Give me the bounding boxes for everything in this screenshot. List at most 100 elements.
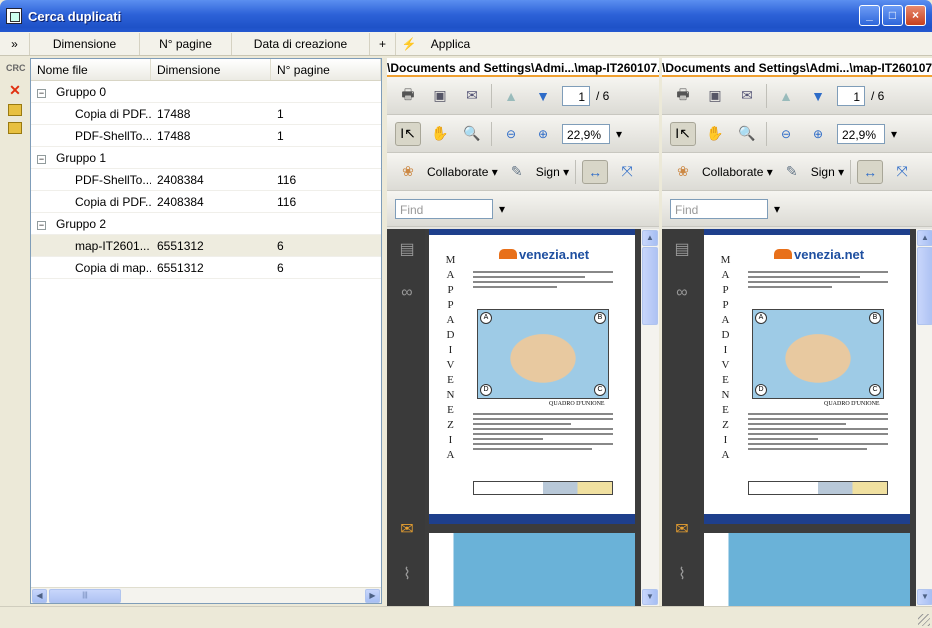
horizontal-scrollbar[interactable]: ◀ ||| ▶ [31, 587, 381, 603]
prev-page-icon[interactable]: ▲ [498, 84, 524, 108]
comments-icon[interactable]: ✉ [671, 519, 693, 541]
criteria-pagine[interactable]: N° pagine [140, 32, 232, 55]
group-row[interactable]: − Gruppo 1 [31, 147, 381, 169]
fit-width-icon[interactable]: ↔ [857, 159, 884, 184]
fit-page-icon[interactable]: ⤧ [889, 160, 915, 184]
venice-map: A B C D [752, 309, 884, 399]
group-row[interactable]: − Gruppo 2 [31, 213, 381, 235]
app-icon [6, 8, 22, 24]
file-row[interactable]: Copia di PDF... 2408384 116 [31, 191, 381, 213]
text-block [748, 271, 888, 291]
delete-icon[interactable]: ✕ [6, 82, 24, 98]
header-dimensione[interactable]: Dimensione [151, 59, 271, 80]
scroll-down-icon[interactable]: ▼ [642, 589, 658, 605]
collaborate-button[interactable]: Collaborate ▾ [427, 165, 498, 179]
scroll-down-icon[interactable]: ▼ [917, 589, 932, 605]
group-row[interactable]: − Gruppo 0 [31, 81, 381, 103]
collapse-icon[interactable]: − [37, 154, 46, 164]
print-icon[interactable]: 🖶 [670, 84, 696, 108]
scroll-left-icon[interactable]: ◀ [32, 589, 47, 603]
pages-icon[interactable]: ▤ [671, 239, 693, 261]
collapse-icon[interactable]: − [37, 220, 46, 230]
zoom-dropdown-icon[interactable]: ▾ [616, 127, 622, 141]
zoom-input[interactable]: 22,9% [837, 123, 885, 144]
select-tool-icon[interactable]: I↖ [395, 121, 421, 146]
criteria-dimensione[interactable]: Dimensione [30, 32, 140, 55]
binoculars-icon[interactable]: ∞ [671, 284, 693, 306]
hand-tool-icon[interactable]: ✋ [702, 122, 728, 146]
attachment-icon[interactable]: ⌇ [396, 564, 418, 586]
page-number-input[interactable]: 1 [837, 85, 865, 106]
zoom-out-icon[interactable]: ⊖ [773, 122, 799, 146]
collaborate-icon[interactable]: ❀ [670, 160, 696, 184]
zoom-in-icon[interactable]: ⊕ [530, 122, 556, 146]
scroll-thumb[interactable]: ||| [49, 589, 121, 603]
page-number-input[interactable]: 1 [562, 85, 590, 106]
vertical-scrollbar[interactable]: ▲ ▼ [641, 229, 659, 606]
zoom-out-icon[interactable]: ⊖ [498, 122, 524, 146]
scroll-up-icon[interactable]: ▲ [917, 230, 932, 246]
binoculars-icon[interactable]: ∞ [396, 284, 418, 306]
document-view: ▤ ∞ ✉ ⌇ M A P P A D I V E N E Z I A vene… [662, 229, 932, 606]
apply-button[interactable]: ⚡ Applica [396, 33, 476, 55]
add-folder-icon[interactable] [8, 122, 22, 134]
scroll-up-icon[interactable]: ▲ [642, 230, 658, 246]
resize-grip-icon[interactable] [918, 614, 930, 626]
find-input[interactable]: Find [395, 198, 493, 219]
header-pagine[interactable]: N° pagine [271, 59, 381, 80]
scroll-thumb[interactable] [917, 247, 932, 325]
select-tool-icon[interactable]: I↖ [670, 121, 696, 146]
add-criteria-button[interactable]: + [370, 32, 396, 55]
file-row[interactable]: PDF-ShellTo... 2408384 116 [31, 169, 381, 191]
prev-page-icon[interactable]: ▲ [773, 84, 799, 108]
maximize-button[interactable]: □ [882, 5, 903, 26]
find-input[interactable]: Find [670, 198, 768, 219]
find-dropdown-icon[interactable]: ▾ [499, 202, 505, 216]
save-icon[interactable]: ▣ [702, 84, 728, 108]
collaborate-icon[interactable]: ❀ [395, 160, 421, 184]
open-folder-icon[interactable] [8, 104, 22, 116]
close-button[interactable]: × [905, 5, 926, 26]
email-icon[interactable]: ✉ [734, 84, 760, 108]
hand-tool-icon[interactable]: ✋ [427, 122, 453, 146]
zoom-in-icon[interactable]: ⊕ [805, 122, 831, 146]
comments-icon[interactable]: ✉ [396, 519, 418, 541]
collaborate-button[interactable]: Collaborate ▾ [702, 165, 773, 179]
zoom-tool-icon[interactable]: 🔍 [734, 122, 760, 146]
expand-button[interactable]: » [0, 32, 30, 55]
find-dropdown-icon[interactable]: ▾ [774, 202, 780, 216]
sign-button[interactable]: Sign ▾ [811, 165, 844, 179]
pages-icon[interactable]: ▤ [396, 239, 418, 261]
save-icon[interactable]: ▣ [427, 84, 453, 108]
file-row-selected[interactable]: map-IT2601... 6551312 6 [31, 235, 381, 257]
email-icon[interactable]: ✉ [459, 84, 485, 108]
file-name: Copia di map... [75, 260, 151, 275]
crc-icon[interactable]: CRC [6, 60, 26, 76]
next-page-icon[interactable]: ▼ [530, 84, 556, 108]
group-label: Gruppo 1 [56, 150, 107, 165]
fit-page-icon[interactable]: ⤧ [614, 160, 640, 184]
attachment-icon[interactable]: ⌇ [671, 564, 693, 586]
minimize-button[interactable]: _ [859, 5, 880, 26]
scroll-right-icon[interactable]: ▶ [365, 589, 380, 603]
collapse-icon[interactable]: − [37, 88, 46, 98]
sign-icon[interactable]: ✎ [779, 160, 805, 184]
criteria-data-creazione[interactable]: Data di creazione [232, 32, 370, 55]
file-row[interactable]: PDF-ShellTo... 17488 1 [31, 125, 381, 147]
print-icon[interactable]: 🖶 [395, 84, 421, 108]
next-page-icon[interactable]: ▼ [805, 84, 831, 108]
text-block [473, 413, 613, 453]
vertical-scrollbar[interactable]: ▲ ▼ [916, 229, 932, 606]
scroll-thumb[interactable] [642, 247, 658, 325]
file-row[interactable]: Copia di PDF... 17488 1 [31, 103, 381, 125]
file-row[interactable]: Copia di map... 6551312 6 [31, 257, 381, 279]
fit-width-icon[interactable]: ↔ [582, 159, 609, 184]
header-nome-file[interactable]: Nome file [31, 59, 151, 80]
pages-cell: 1 [277, 106, 284, 121]
zoom-dropdown-icon[interactable]: ▾ [891, 127, 897, 141]
zoom-input[interactable]: 22,9% [562, 123, 610, 144]
zoom-tool-icon[interactable]: 🔍 [459, 122, 485, 146]
sign-button[interactable]: Sign ▾ [536, 165, 569, 179]
sign-icon[interactable]: ✎ [504, 160, 530, 184]
pages-cell: 1 [277, 128, 284, 143]
